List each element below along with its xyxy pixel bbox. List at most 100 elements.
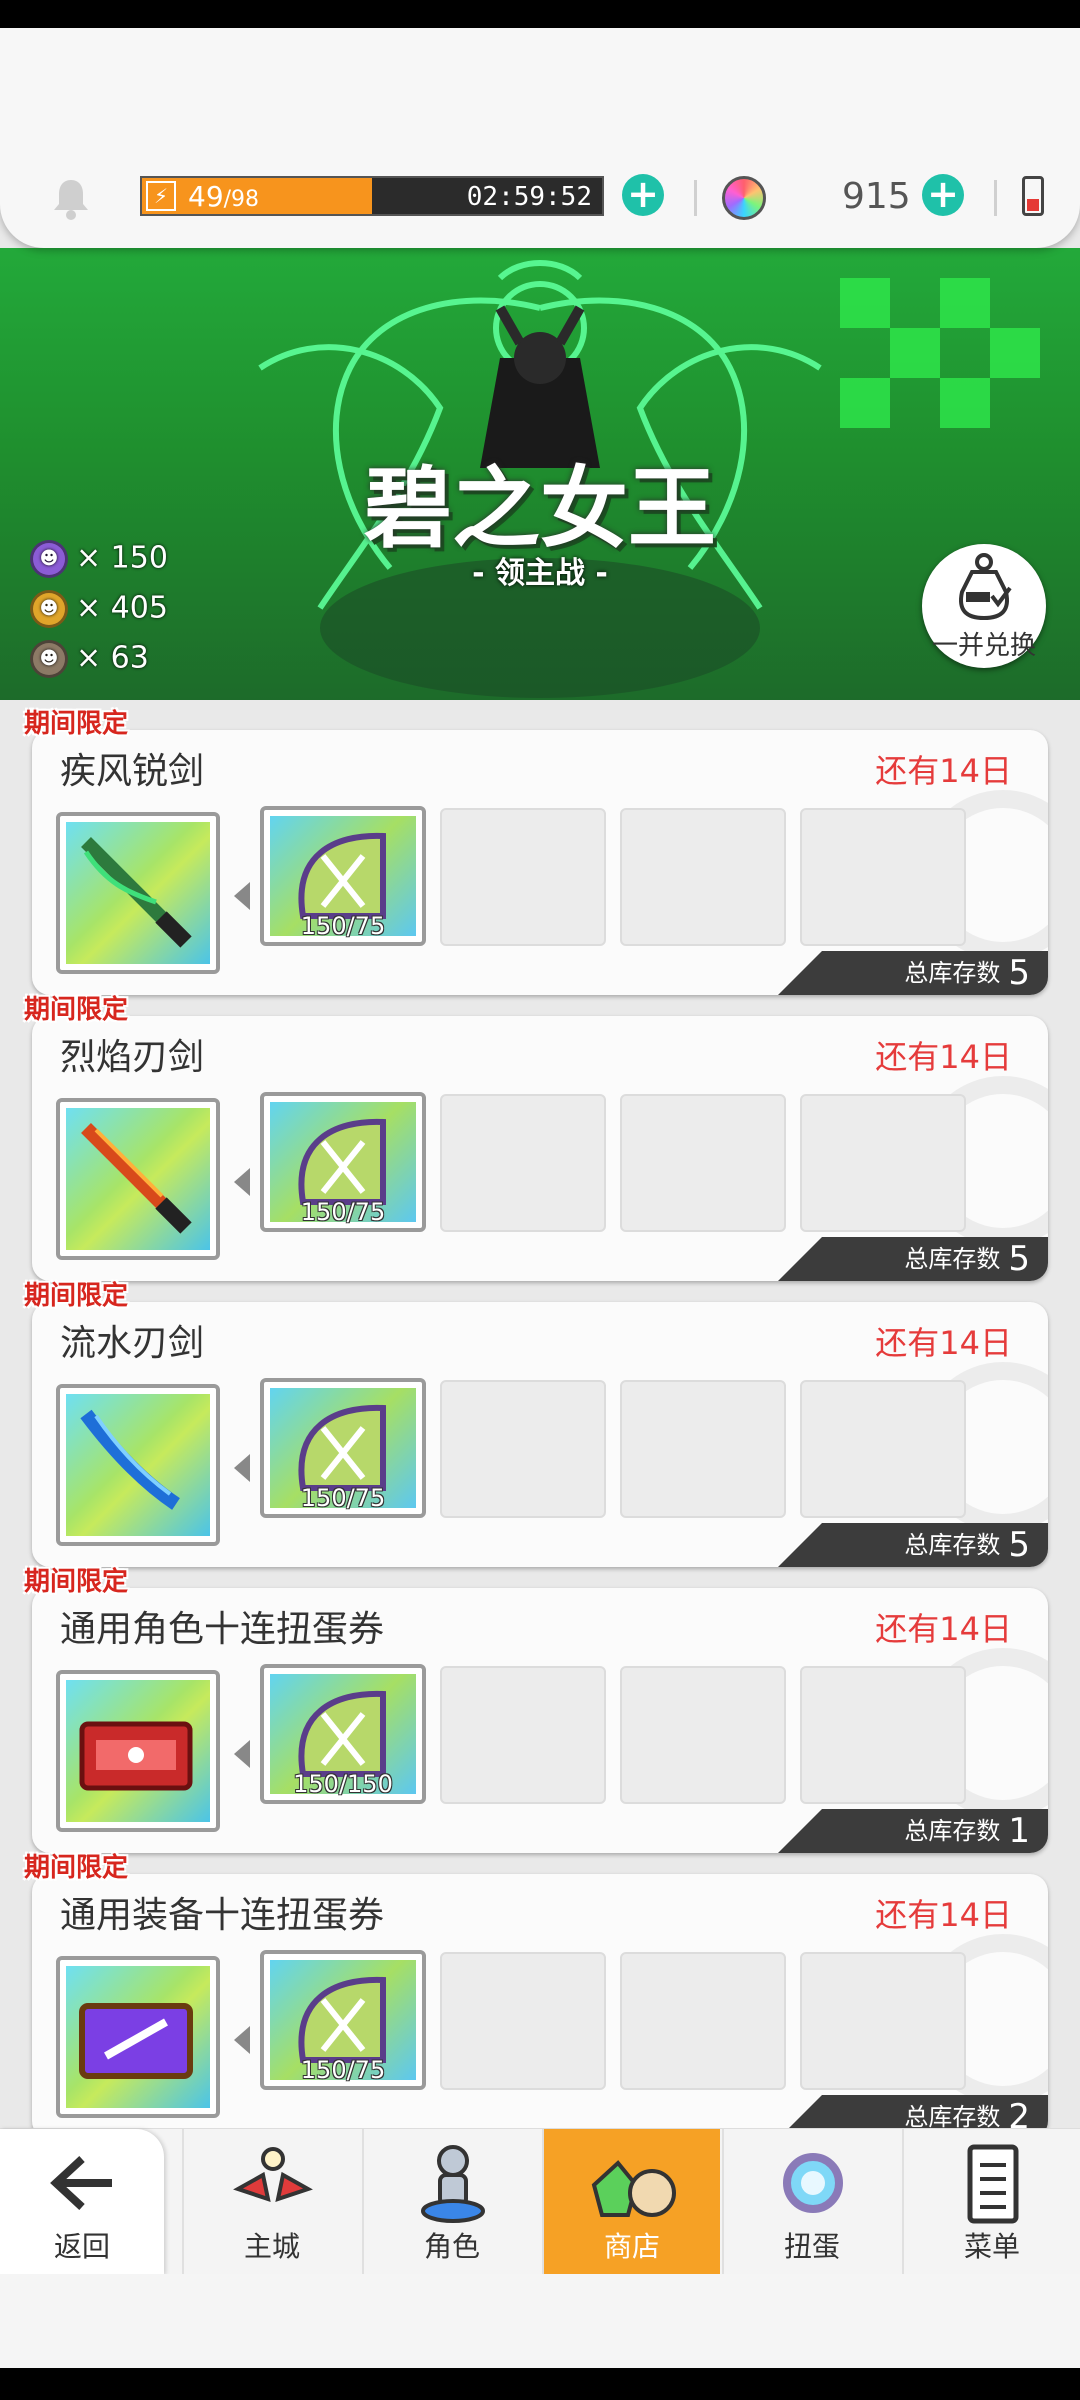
stock-bar: 总库存数 5 xyxy=(778,1237,1048,1281)
cost-slot[interactable]: 150/75 xyxy=(260,1092,426,1232)
shop-item-card[interactable]: 疾风锐剑 还有14日 150/75 总库存数 5 xyxy=(32,730,1048,995)
item-name: 烈焰刃剑 xyxy=(60,1037,205,1078)
reward-slot[interactable] xyxy=(56,812,220,974)
empty-slot xyxy=(620,1094,786,1232)
reward-slot[interactable] xyxy=(56,1670,220,1832)
arrow-left-icon xyxy=(50,2156,112,2210)
cost-amount: 150/75 xyxy=(300,1484,386,1512)
stock-bar: 总库存数 5 xyxy=(778,1523,1048,1567)
cost-slot[interactable]: 150/75 xyxy=(260,806,426,946)
nav-item-menu[interactable]: 菜单 xyxy=(902,2129,1080,2275)
bronze-demon-medal-icon: ☻ xyxy=(30,640,68,678)
stock-count: 1 xyxy=(1008,1811,1030,1851)
empty-slot xyxy=(620,808,786,946)
stock-bar: 总库存数 5 xyxy=(778,951,1048,995)
stock-count: 5 xyxy=(1008,953,1030,993)
shop-item-card[interactable]: 通用角色十连扭蛋券 还有14日 150/150 总库存数 1 xyxy=(32,1588,1048,1853)
empty-slot xyxy=(440,1666,606,1804)
nav-label: 扭蛋 xyxy=(783,2230,840,2263)
cost-slot[interactable]: 150/150 xyxy=(260,1664,426,1804)
stock-label: 总库存数 xyxy=(904,1245,1001,1273)
nav-item-gacha[interactable]: 扭蛋 xyxy=(722,2129,900,2275)
gold-demon-medal-icon: ☻ xyxy=(30,590,68,628)
currency-bronze: ☻ × 63 xyxy=(30,640,149,690)
reward-slot[interactable] xyxy=(56,1098,220,1260)
castle-icon xyxy=(233,2147,313,2202)
battery-saver-icon[interactable] xyxy=(1022,176,1044,216)
bell-icon[interactable] xyxy=(48,176,94,222)
limited-time-tag: 期间限定 xyxy=(24,709,129,739)
cost-amount: 150/150 xyxy=(293,1770,393,1798)
character-icon xyxy=(421,2145,485,2223)
shop-item-card[interactable]: 流水刃剑 还有14日 150/75 总库存数 5 xyxy=(32,1302,1048,1567)
exchange-all-button[interactable]: 一并兑换 xyxy=(922,544,1046,668)
empty-slot xyxy=(440,1094,606,1232)
back-label: 返回 xyxy=(53,2230,110,2263)
shop-item-card[interactable]: 烈焰刃剑 还有14日 150/75 总库存数 5 xyxy=(32,1016,1048,1281)
item-name: 通用装备十连扭蛋券 xyxy=(60,1895,385,1936)
menu-icon xyxy=(967,2144,1019,2224)
stock-label: 总库存数 xyxy=(904,1531,1001,1559)
nav-item-character[interactable]: 角色 xyxy=(362,2129,540,2275)
flame-sword-icon xyxy=(81,1123,192,1234)
stamina-bar: ⚡ 49/98 02:59:52 xyxy=(140,176,604,216)
add-stamina-button[interactable]: + xyxy=(622,174,664,216)
stock-count: 5 xyxy=(1008,1525,1030,1565)
divider xyxy=(994,180,997,216)
empty-slot xyxy=(440,1380,606,1518)
empty-slot xyxy=(800,1952,966,2090)
limited-time-tag: 期间限定 xyxy=(24,1567,129,1597)
arrow-left-icon xyxy=(234,2026,250,2054)
empty-slot xyxy=(800,1094,966,1232)
stock-bar: 总库存数 1 xyxy=(778,1809,1048,1853)
stock-label: 总库存数 xyxy=(904,959,1001,987)
empty-slot xyxy=(440,1952,606,2090)
shop-item-card[interactable]: 通用装备十连扭蛋券 还有14日 150/75 总库存数 2 xyxy=(32,1874,1048,2128)
cost-amount: 150/75 xyxy=(300,912,386,940)
purple-demon-medal-icon: ☻ xyxy=(30,540,68,578)
nav-item-shop[interactable]: 商店 xyxy=(542,2129,720,2275)
stock-label: 总库存数 xyxy=(904,1817,1001,1845)
empty-slot xyxy=(800,808,966,946)
arrow-left-icon xyxy=(234,882,250,910)
item-name: 通用角色十连扭蛋券 xyxy=(60,1609,385,1650)
time-remaining: 还有14日 xyxy=(875,1610,1012,1648)
time-remaining: 还有14日 xyxy=(875,752,1012,790)
bottom-navigation: 返回 主城 角色 商店 扭蛋 菜单 xyxy=(0,2128,1080,2275)
wind-sword-icon xyxy=(81,837,192,948)
reward-slot[interactable] xyxy=(56,1384,220,1546)
cost-slot[interactable]: 150/75 xyxy=(260,1378,426,1518)
empty-slot xyxy=(800,1380,966,1518)
arrow-left-icon xyxy=(234,1740,250,1768)
item-name: 疾风锐剑 xyxy=(60,751,205,792)
empty-slot xyxy=(620,1666,786,1804)
top-resource-bar: ⚡ 49/98 02:59:52 + 915 + xyxy=(0,28,1080,248)
nav-label: 主城 xyxy=(243,2230,300,2263)
shop-icon xyxy=(591,2160,676,2217)
water-sword-icon xyxy=(80,1409,180,1510)
limited-time-tag: 期间限定 xyxy=(24,995,129,1025)
shop-item-list[interactable]: 期间限定 疾风锐剑 还有14日 150/75 总库存数 5 期间限定 烈焰刃剑 … xyxy=(0,700,1080,2128)
divider xyxy=(694,180,697,216)
boss-banner: 碧之女王 - 领主战 - ☻ × 150 ☻ × 405 ☻ × 63 一并兑换 xyxy=(0,248,1080,700)
time-remaining: 还有14日 xyxy=(875,1038,1012,1076)
stock-count: 5 xyxy=(1008,1239,1030,1279)
empty-slot xyxy=(620,1952,786,2090)
gacha-icon xyxy=(783,2153,843,2213)
system-navigation-bar xyxy=(0,2368,1080,2400)
nav-item-main-city[interactable]: 主城 xyxy=(182,2129,360,2275)
item-name: 流水刃剑 xyxy=(60,1323,205,1364)
status-bar xyxy=(0,0,1080,28)
bottom-strip xyxy=(0,2274,1080,2368)
back-button[interactable]: 返回 xyxy=(0,2129,164,2275)
limited-time-tag: 期间限定 xyxy=(24,1281,129,1311)
stock-count: 2 xyxy=(1008,2097,1030,2128)
empty-slot xyxy=(800,1666,966,1804)
arrow-left-icon xyxy=(234,1454,250,1482)
equipment-ticket-icon xyxy=(79,2003,193,2079)
stamina-timer: 02:59:52 xyxy=(466,182,592,212)
add-gems-button[interactable]: + xyxy=(922,174,964,216)
reward-slot[interactable] xyxy=(56,1956,220,2118)
nav-label: 商店 xyxy=(603,2230,660,2263)
cost-slot[interactable]: 150/75 xyxy=(260,1950,426,2090)
